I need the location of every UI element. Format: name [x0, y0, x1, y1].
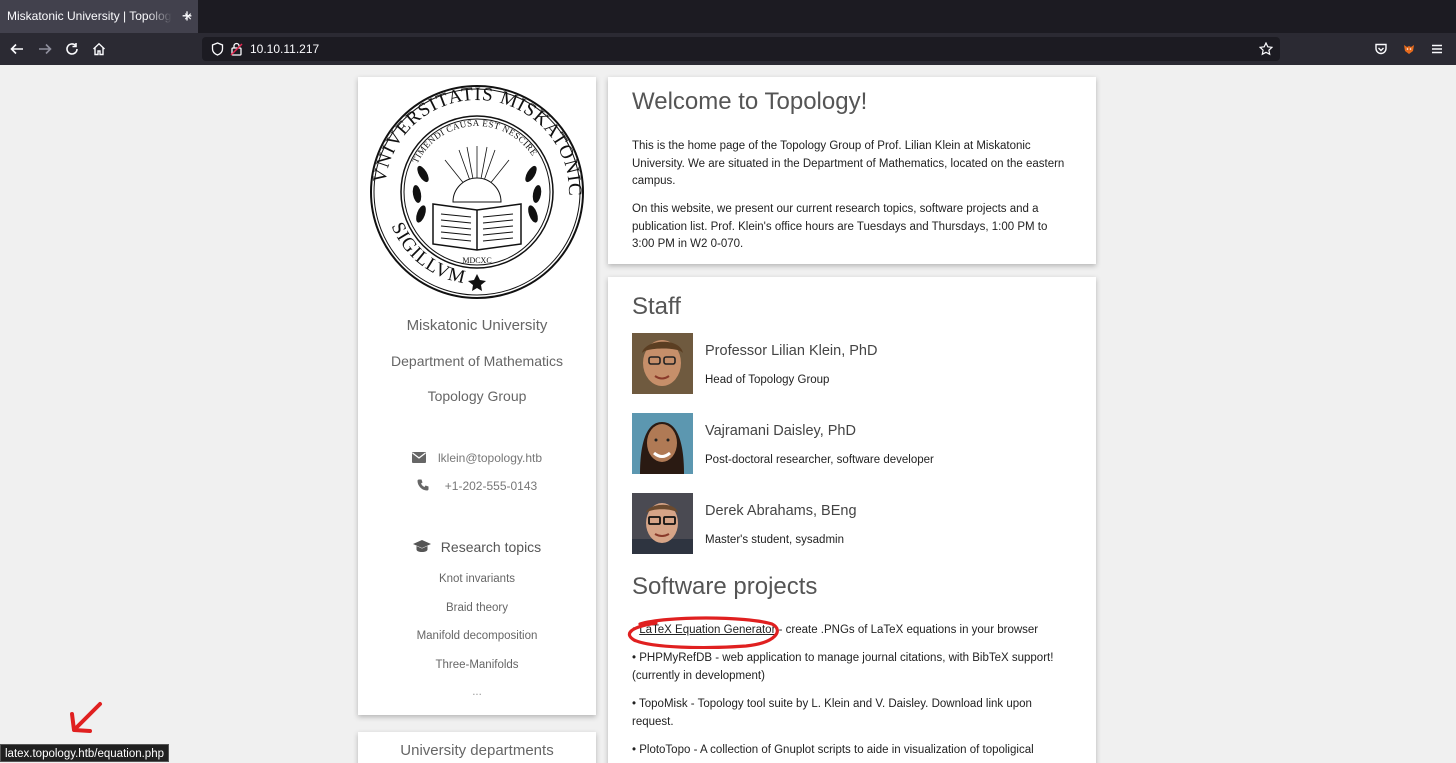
tab-title: Miskatonic University | Topology Group	[7, 9, 172, 23]
envelope-icon	[411, 452, 426, 463]
university-seal-logo: VNIVERSITATIS MISKATONICIENSIS SIGILLVM …	[369, 84, 584, 299]
svg-text:MDCXC: MDCXC	[462, 256, 491, 265]
staff-name: Professor Lilian Klein, PhD	[705, 343, 878, 359]
phone-icon	[417, 479, 429, 491]
staff-role: Head of Topology Group	[705, 374, 830, 386]
tab-active[interactable]: Miskatonic University | Topology Group ×	[0, 0, 198, 33]
url-text[interactable]: 10.10.11.217	[250, 37, 319, 61]
shield-icon[interactable]	[209, 41, 225, 57]
research-topics-heading: Research topics	[358, 539, 596, 555]
url-bar[interactable]: 10.10.11.217	[202, 37, 1280, 61]
back-button[interactable]	[5, 33, 29, 65]
email-contact[interactable]: lklein@topology.htb	[358, 451, 596, 465]
project-topomisk: • TopoMisk - Topology tool suite by L. K…	[632, 698, 1032, 728]
pocket-icon	[1375, 43, 1387, 55]
sidebar-card: VNIVERSITATIS MISKATONICIENSIS SIGILLVM …	[358, 77, 596, 715]
university-name: Miskatonic University	[406, 317, 548, 334]
bookmark-star-icon[interactable]	[1258, 41, 1274, 57]
tab-strip: Miskatonic University | Topology Group ×…	[0, 0, 1456, 33]
annotation-arrow	[70, 702, 102, 733]
back-arrow-icon	[10, 43, 23, 55]
topic-three-manifolds[interactable]: Three-Manifolds	[358, 659, 596, 671]
topic-braid-theory[interactable]: Braid theory	[358, 602, 596, 614]
reload-icon	[66, 43, 78, 55]
welcome-title: Welcome to Topology!	[632, 88, 868, 115]
topic-manifold-decomposition[interactable]: Manifold decomposition	[358, 630, 596, 642]
topic-more[interactable]: ...	[358, 686, 596, 698]
link-status-bar: latex.topology.htb/equation.php	[0, 744, 169, 762]
staff-name: Derek Abrahams, BEng	[705, 503, 857, 519]
svg-text:TIMENDI CAUSA EST NESCIRE: TIMENDI CAUSA EST NESCIRE	[410, 118, 539, 165]
topic-knot-invariants[interactable]: Knot invariants	[358, 573, 596, 585]
new-tab-button[interactable]: +	[177, 0, 197, 33]
welcome-card: Welcome to Topology! This is the home pa…	[608, 77, 1096, 264]
fox-extension-icon	[1404, 45, 1414, 54]
phone-text: +1-202-555-0143	[444, 479, 538, 493]
staff-name: Vajramani Daisley, PhD	[705, 423, 856, 439]
forward-arrow-icon	[39, 43, 52, 55]
department-name: Department of Mathematics	[391, 353, 563, 369]
forward-button[interactable]	[33, 33, 57, 65]
project-phpmyrefdb: • PHPMyRefDB - web application to manage…	[632, 652, 1054, 682]
software-projects-title: Software projects	[632, 573, 818, 600]
project-latex-description: - create .PNGs of LaTeX equations in you…	[775, 624, 1039, 636]
phone-contact: +1-202-555-0143	[358, 479, 596, 493]
menu-button[interactable]	[1425, 33, 1449, 65]
welcome-paragraph-2: On this website, we present our current …	[632, 203, 1048, 250]
university-departments-heading: University departments	[400, 742, 554, 759]
reload-button[interactable]	[60, 33, 84, 65]
staff-title: Staff	[632, 293, 681, 320]
project-plototopo: • PlotoTopo - A collection of Gnuplot sc…	[632, 744, 1034, 756]
annotation-circle	[627, 616, 779, 649]
home-icon	[93, 42, 105, 56]
staff-role: Post-doctoral researcher, software devel…	[705, 454, 934, 466]
email-text[interactable]: lklein@topology.htb	[438, 451, 542, 465]
research-topics-label: Research topics	[440, 539, 542, 555]
staff-role: Master's student, sysadmin	[705, 534, 844, 546]
insecure-lock-icon[interactable]	[228, 41, 244, 57]
hamburger-menu-icon	[1432, 44, 1442, 54]
group-name: Topology Group	[427, 388, 527, 404]
avatar-vajramani-daisley	[632, 413, 693, 474]
pocket-button[interactable]	[1369, 33, 1393, 65]
departments-card: University departments	[358, 732, 596, 763]
welcome-paragraph-1: This is the home page of the Topology Gr…	[632, 140, 1065, 187]
extension-button[interactable]	[1397, 33, 1421, 65]
graduation-cap-icon	[412, 540, 431, 552]
avatar-lilian-klein	[632, 333, 693, 394]
staff-card: Staff Professor Lilian Klein, PhD Head o…	[608, 277, 1096, 763]
avatar-derek-abrahams	[632, 493, 693, 554]
home-button[interactable]	[87, 33, 111, 65]
